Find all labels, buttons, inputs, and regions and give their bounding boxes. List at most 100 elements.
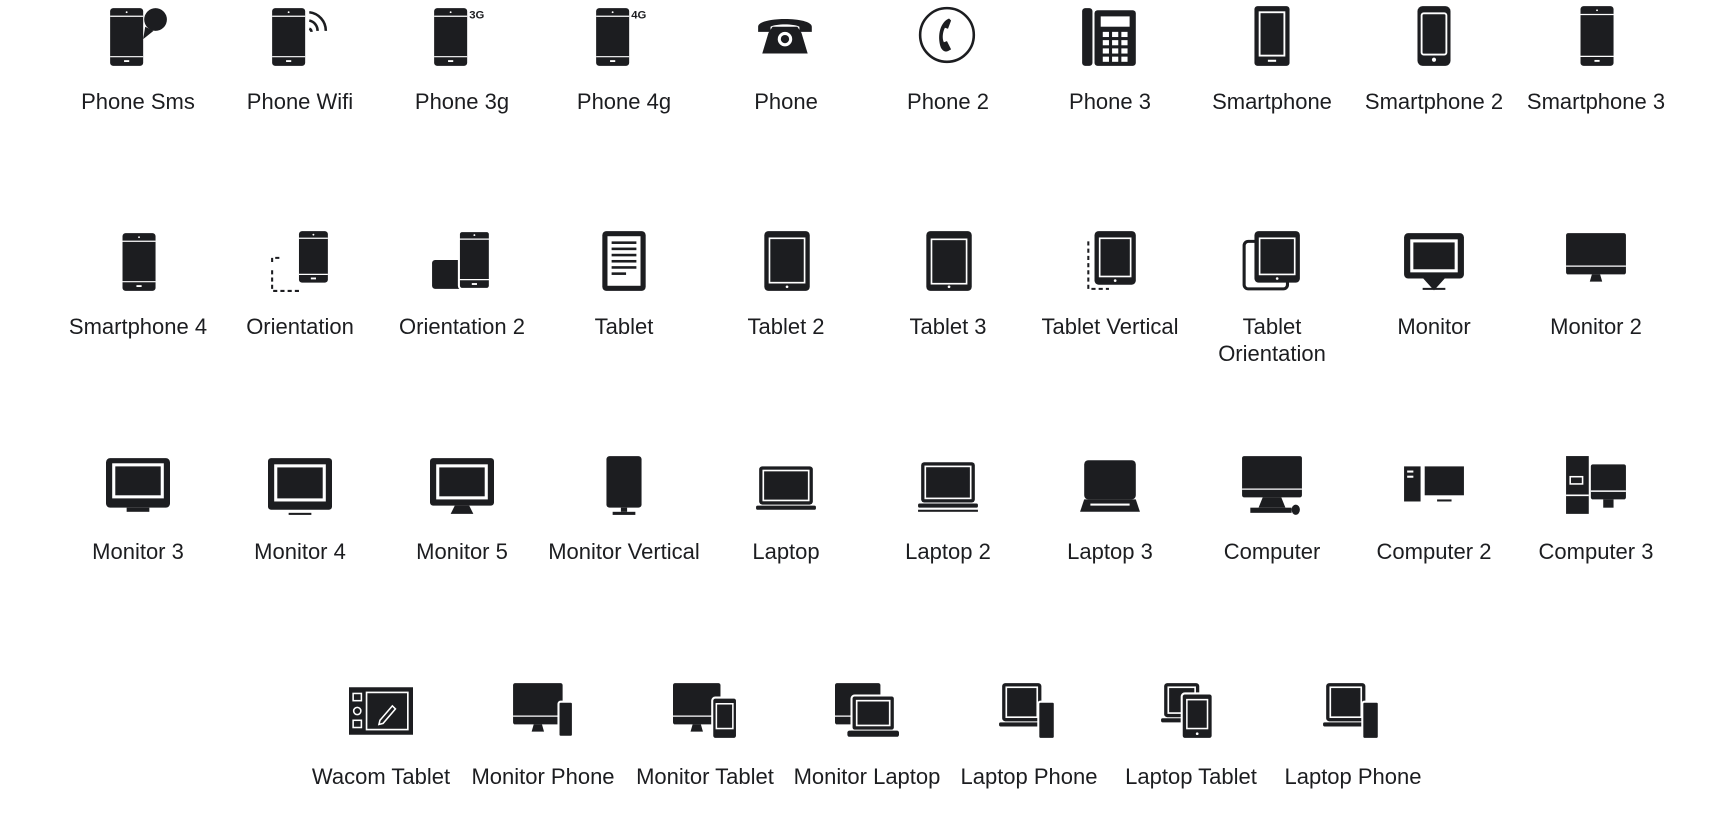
- phone-3g-icon: 3G: [434, 8, 485, 66]
- icon-tile[interactable]: Monitor: [1353, 229, 1515, 340]
- icon-label: Phone 3g: [414, 89, 510, 114]
- monitor-icon: [1404, 233, 1464, 291]
- tablet-orientation-icon: [1242, 231, 1300, 291]
- icon-tile[interactable]: Orientation 2: [381, 229, 543, 340]
- monitor-laptop-icon: [835, 683, 899, 737]
- wacom-tablet-icon: [349, 687, 413, 735]
- icon-tile[interactable]: Laptop Phone: [948, 679, 1110, 790]
- icon-tile[interactable]: Tablet 3: [867, 229, 1029, 340]
- icon-tile[interactable]: Laptop 3: [1029, 454, 1191, 565]
- svg-text:3G: 3G: [469, 9, 484, 21]
- phone-sms-icon: [110, 8, 167, 66]
- icon-tile[interactable]: Smartphone: [1191, 4, 1353, 115]
- icon-label: Tablet: [594, 314, 654, 339]
- phone-3-icon: [1082, 8, 1136, 66]
- laptop-3-icon: [1080, 460, 1140, 512]
- icon-tile[interactable]: Phone Sms: [57, 4, 219, 115]
- icon-tile[interactable]: Laptop Tablet: [1110, 679, 1272, 790]
- laptop-2-icon: [918, 462, 978, 512]
- icon-tile[interactable]: Phone 2: [867, 4, 1029, 115]
- icon-tile[interactable]: Monitor Vertical: [543, 454, 705, 565]
- smartphone-2-icon: [1417, 6, 1451, 66]
- icon-label: Laptop 3: [1067, 539, 1153, 564]
- laptop-icon: [756, 466, 816, 510]
- icon-tile[interactable]: Smartphone 2: [1353, 4, 1515, 115]
- icon-tile[interactable]: Phone Wifi: [219, 4, 381, 115]
- icon-label: Monitor Tablet: [636, 764, 774, 789]
- icon-label: Monitor 2: [1550, 314, 1642, 339]
- icon-label: Laptop 2: [905, 539, 991, 564]
- icon-tile[interactable]: Monitor Tablet: [624, 679, 786, 790]
- phone-wifi-icon: [272, 8, 328, 66]
- icon-tile[interactable]: Tablet Vertical: [1029, 229, 1191, 340]
- phone-icon: [758, 18, 812, 54]
- icon-label: Monitor 4: [254, 539, 346, 564]
- icon-label: Wacom Tablet: [311, 764, 451, 789]
- monitor-vertical-icon: [606, 456, 642, 515]
- icon-label: Smartphone: [1212, 89, 1332, 114]
- icon-label: Tablet Vertical: [1041, 314, 1179, 339]
- computer-2-icon: [1404, 466, 1464, 502]
- icon-label: Phone Sms: [81, 89, 195, 114]
- icon-label: Phone 4g: [576, 89, 672, 114]
- tablet-3-icon: [926, 231, 972, 291]
- icon-label: Smartphone 3: [1526, 89, 1666, 114]
- icon-tile[interactable]: Orientation: [219, 229, 381, 340]
- icon-tile[interactable]: Monitor 4: [219, 454, 381, 565]
- monitor-4-icon: [268, 458, 332, 515]
- icon-tile[interactable]: Monitor 3: [57, 454, 219, 565]
- icon-tile[interactable]: Computer 2: [1353, 454, 1515, 565]
- monitor-2-icon: [1566, 233, 1626, 282]
- phone-4g-icon: 4G: [596, 8, 647, 66]
- icon-tile[interactable]: Smartphone 4: [57, 229, 219, 340]
- icon-label: Laptop Phone: [1284, 764, 1422, 789]
- icon-label: Monitor Vertical: [548, 539, 700, 564]
- icon-tile[interactable]: Laptop: [705, 454, 867, 565]
- icon-tile[interactable]: Monitor 2: [1515, 229, 1677, 340]
- computer-3-icon: [1566, 456, 1626, 514]
- icon-label: Computer 3: [1538, 539, 1654, 564]
- monitor-tablet-icon: [673, 683, 737, 740]
- icon-label: Phone 2: [907, 89, 989, 114]
- icon-tile[interactable]: Tablet Orientation: [1191, 229, 1353, 367]
- monitor-3-icon: [106, 458, 170, 512]
- icon-label: Smartphone 2: [1364, 89, 1504, 114]
- svg-text:4G: 4G: [631, 9, 646, 21]
- monitor-5-icon: [430, 458, 494, 514]
- icon-tile[interactable]: Monitor 5: [381, 454, 543, 565]
- tablet-icon: [602, 231, 646, 291]
- icon-tile[interactable]: 3G Phone 3g: [381, 4, 543, 115]
- icon-tile[interactable]: Phone 3: [1029, 4, 1191, 115]
- icon-tile[interactable]: Computer 3: [1515, 454, 1677, 565]
- icon-tile[interactable]: Tablet: [543, 229, 705, 340]
- icon-label: Orientation 2: [399, 314, 525, 339]
- computer-icon: [1242, 456, 1302, 515]
- laptop-phone-icon: [999, 683, 1056, 740]
- icon-label: Phone 3: [1069, 89, 1151, 114]
- icon-tile[interactable]: Monitor Phone: [462, 679, 624, 790]
- tablet-2-icon: [764, 231, 810, 291]
- laptop-phone-icon: [1323, 683, 1380, 740]
- icon-label: Computer 2: [1376, 539, 1492, 564]
- icon-label: Smartphone 4: [68, 314, 208, 339]
- smartphone-icon: [1254, 6, 1290, 66]
- icon-tile[interactable]: Smartphone 3: [1515, 4, 1677, 115]
- orientation-2-icon: [432, 230, 491, 290]
- icon-label: Monitor 5: [416, 539, 508, 564]
- icon-tile[interactable]: Laptop 2: [867, 454, 1029, 565]
- icon-label: Tablet 2: [747, 314, 825, 339]
- icon-tile[interactable]: Wacom Tablet: [300, 679, 462, 790]
- icon-tile[interactable]: Laptop Phone: [1272, 679, 1434, 790]
- icon-tile[interactable]: Monitor Laptop: [786, 679, 948, 790]
- icon-label: Monitor: [1397, 314, 1471, 339]
- icon-label: Laptop Tablet: [1125, 764, 1257, 789]
- icon-label: Monitor Phone: [471, 764, 615, 789]
- icon-tile[interactable]: Phone: [705, 4, 867, 115]
- icon-tile[interactable]: Tablet 2: [705, 229, 867, 340]
- icon-label: Laptop Phone: [960, 764, 1098, 789]
- icon-label: Orientation: [246, 314, 354, 339]
- smartphone-4-icon: [122, 233, 156, 291]
- icon-tile[interactable]: 4G Phone 4g: [543, 4, 705, 115]
- smartphone-3-icon: [1580, 6, 1614, 66]
- icon-tile[interactable]: Computer: [1191, 454, 1353, 565]
